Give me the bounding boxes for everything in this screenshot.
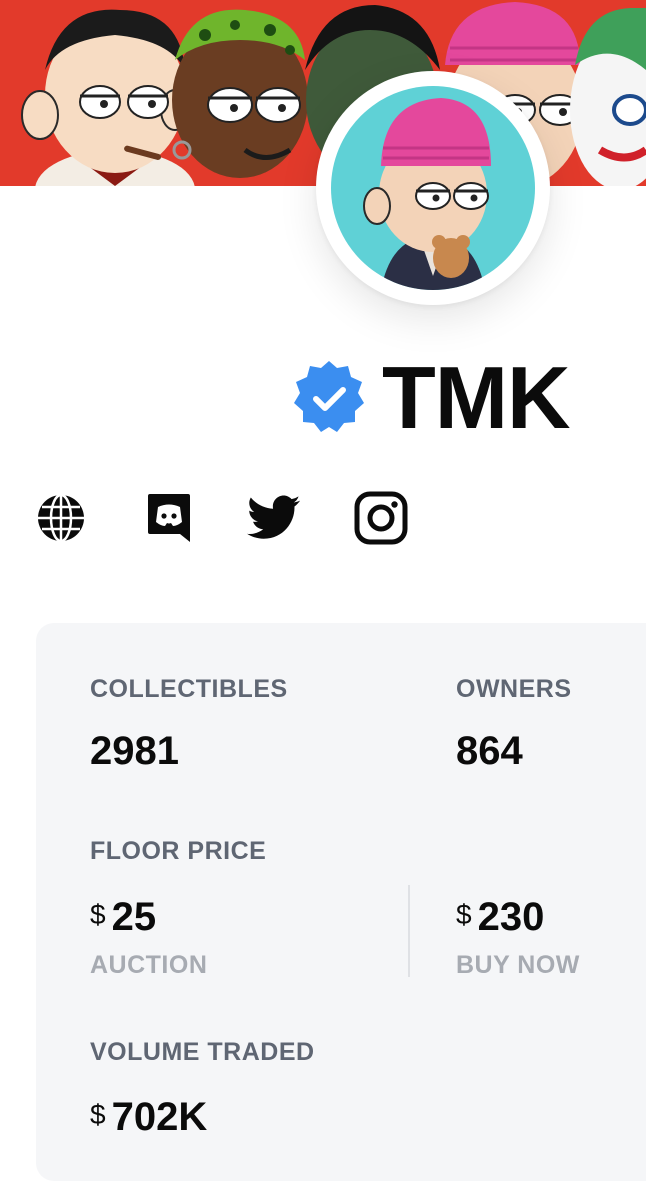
volume-traded-value: 702K [111,1095,208,1139]
auction-label: AUCTION [90,951,208,979]
collectibles-label: COLLECTIBLES [90,675,288,703]
volume-traded: $702K [90,1095,207,1140]
collection-profile-page: TMK COLLECTIBLES 2981 OWNERS 864 FLOOR P… [0,0,646,1200]
social-links [0,490,646,546]
volume-currency: $ [90,1099,106,1130]
collectibles-value: 2981 [90,729,179,773]
volume-traded-label: VOLUME TRADED [90,1038,315,1066]
globe-icon[interactable] [33,490,89,546]
discord-icon[interactable] [141,490,197,546]
collection-title-row: TMK [290,348,571,447]
twitter-icon[interactable] [246,490,302,546]
auction-price-value: 25 [111,895,157,939]
avatar-image [331,86,535,290]
floor-price-divider [408,885,410,977]
buy-now-label: BUY NOW [456,951,580,979]
floor-price-label: FLOOR PRICE [90,837,267,865]
collection-stats-card: COLLECTIBLES 2981 OWNERS 864 FLOOR PRICE… [36,623,646,1181]
buy-now-price-value: 230 [477,895,545,939]
collection-avatar [316,71,550,305]
auction-price: $25 [90,895,156,940]
auction-currency: $ [90,899,106,930]
buy-now-currency: $ [456,899,472,930]
owners-value: 864 [456,729,523,773]
buy-now-price: $230 [456,895,544,940]
collection-name: TMK [382,348,571,447]
verified-badge-icon [294,361,364,432]
instagram-icon[interactable] [353,490,409,546]
owners-label: OWNERS [456,675,572,703]
